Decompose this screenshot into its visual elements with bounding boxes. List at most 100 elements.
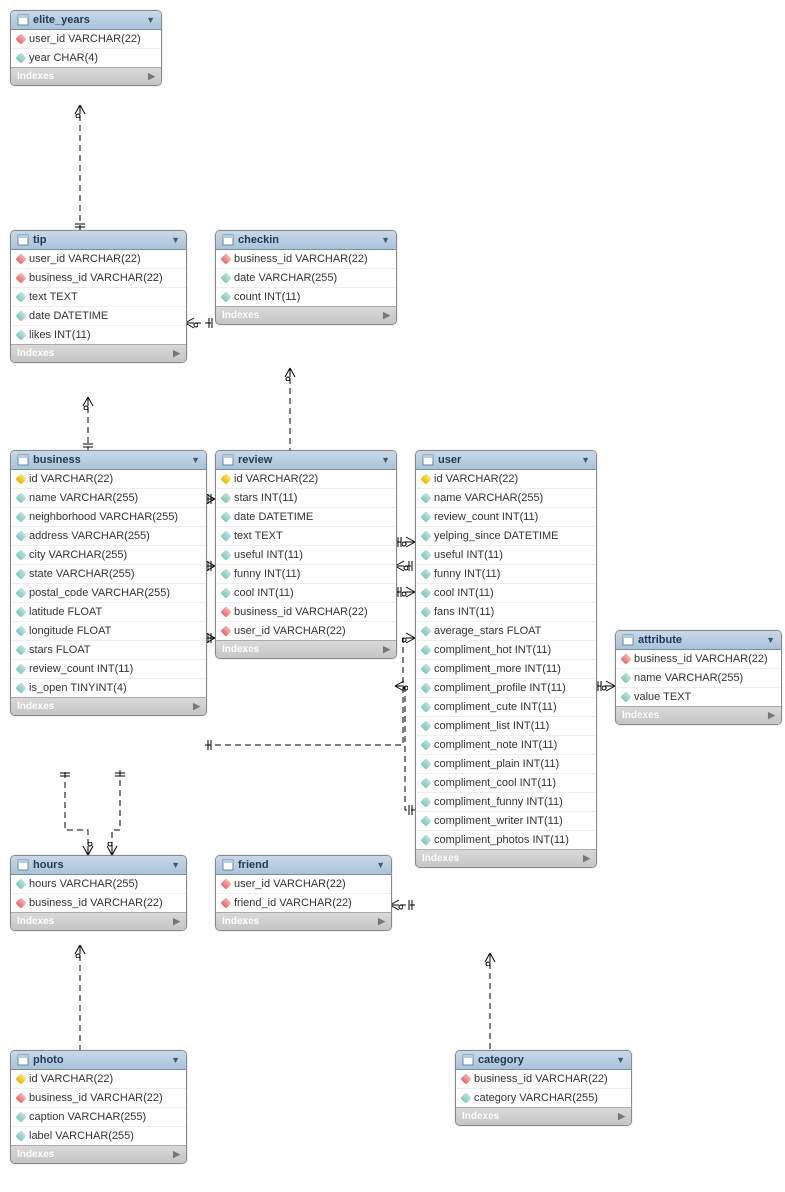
- table-friend[interactable]: friend▼user_id VARCHAR(22)friend_id VARC…: [215, 855, 392, 931]
- column-row[interactable]: latitude FLOAT: [11, 603, 206, 622]
- column-row[interactable]: useful INT(11): [416, 546, 596, 565]
- indexes-footer[interactable]: Indexes▶: [11, 697, 206, 715]
- column-row[interactable]: compliment_funny INT(11): [416, 793, 596, 812]
- column-row[interactable]: fans INT(11): [416, 603, 596, 622]
- column-row[interactable]: compliment_list INT(11): [416, 717, 596, 736]
- column-row[interactable]: text TEXT: [216, 527, 396, 546]
- indexes-footer[interactable]: Indexes▶: [216, 912, 391, 930]
- column-row[interactable]: likes INT(11): [11, 326, 186, 344]
- table-review[interactable]: review▼id VARCHAR(22)stars INT(11)date D…: [215, 450, 397, 659]
- column-row[interactable]: compliment_cute INT(11): [416, 698, 596, 717]
- column-row[interactable]: label VARCHAR(255): [11, 1127, 186, 1145]
- column-row[interactable]: city VARCHAR(255): [11, 546, 206, 565]
- table-attribute[interactable]: attribute▼business_id VARCHAR(22)name VA…: [615, 630, 782, 725]
- column-row[interactable]: user_id VARCHAR(22): [11, 250, 186, 269]
- column-row[interactable]: compliment_note INT(11): [416, 736, 596, 755]
- indexes-footer[interactable]: Indexes▶: [11, 912, 186, 930]
- column-row[interactable]: value TEXT: [616, 688, 781, 706]
- table-header[interactable]: tip▼: [11, 231, 186, 250]
- indexes-footer[interactable]: Indexes▶: [11, 67, 161, 85]
- column-row[interactable]: compliment_profile INT(11): [416, 679, 596, 698]
- column-row[interactable]: caption VARCHAR(255): [11, 1108, 186, 1127]
- table-header[interactable]: business▼: [11, 451, 206, 470]
- table-business[interactable]: business▼id VARCHAR(22)name VARCHAR(255)…: [10, 450, 207, 716]
- column-row[interactable]: funny INT(11): [216, 565, 396, 584]
- table-user[interactable]: user▼id VARCHAR(22)name VARCHAR(255)revi…: [415, 450, 597, 868]
- column-row[interactable]: user_id VARCHAR(22): [216, 875, 391, 894]
- table-tip[interactable]: tip▼user_id VARCHAR(22)business_id VARCH…: [10, 230, 187, 363]
- indexes-footer[interactable]: Indexes▶: [11, 344, 186, 362]
- column-row[interactable]: compliment_writer INT(11): [416, 812, 596, 831]
- column-row[interactable]: id VARCHAR(22): [216, 470, 396, 489]
- column-row[interactable]: cool INT(11): [216, 584, 396, 603]
- column-row[interactable]: neighborhood VARCHAR(255): [11, 508, 206, 527]
- column-row[interactable]: date VARCHAR(255): [216, 269, 396, 288]
- column-row[interactable]: name VARCHAR(255): [11, 489, 206, 508]
- indexes-footer[interactable]: Indexes▶: [216, 640, 396, 658]
- table-title: checkin: [238, 234, 377, 246]
- table-header[interactable]: hours▼: [11, 856, 186, 875]
- column-row[interactable]: business_id VARCHAR(22): [456, 1070, 631, 1089]
- column-row[interactable]: yelping_since DATETIME: [416, 527, 596, 546]
- column-row[interactable]: friend_id VARCHAR(22): [216, 894, 391, 912]
- column-row[interactable]: stars FLOAT: [11, 641, 206, 660]
- table-header[interactable]: photo▼: [11, 1051, 186, 1070]
- column-row[interactable]: id VARCHAR(22): [11, 1070, 186, 1089]
- table-category[interactable]: category▼business_id VARCHAR(22)category…: [455, 1050, 632, 1126]
- column-row[interactable]: average_stars FLOAT: [416, 622, 596, 641]
- column-row[interactable]: compliment_cool INT(11): [416, 774, 596, 793]
- column-row[interactable]: count INT(11): [216, 288, 396, 306]
- column-row[interactable]: compliment_more INT(11): [416, 660, 596, 679]
- table-checkin[interactable]: checkin▼business_id VARCHAR(22)date VARC…: [215, 230, 397, 325]
- table-header[interactable]: review▼: [216, 451, 396, 470]
- column-row[interactable]: user_id VARCHAR(22): [11, 30, 161, 49]
- column-row[interactable]: business_id VARCHAR(22): [11, 894, 186, 912]
- column-row[interactable]: review_count INT(11): [416, 508, 596, 527]
- column-row[interactable]: name VARCHAR(255): [616, 669, 781, 688]
- indexes-footer[interactable]: Indexes▶: [216, 306, 396, 324]
- column-row[interactable]: cool INT(11): [416, 584, 596, 603]
- column-row[interactable]: id VARCHAR(22): [416, 470, 596, 489]
- table-header[interactable]: friend▼: [216, 856, 391, 875]
- column-row[interactable]: user_id VARCHAR(22): [216, 622, 396, 640]
- column-row[interactable]: text TEXT: [11, 288, 186, 307]
- table-body: id VARCHAR(22)business_id VARCHAR(22)cap…: [11, 1070, 186, 1145]
- column-row[interactable]: year CHAR(4): [11, 49, 161, 67]
- table-header[interactable]: user▼: [416, 451, 596, 470]
- table-header[interactable]: category▼: [456, 1051, 631, 1070]
- column-row[interactable]: hours VARCHAR(255): [11, 875, 186, 894]
- column-row[interactable]: business_id VARCHAR(22): [216, 603, 396, 622]
- column-row[interactable]: business_id VARCHAR(22): [11, 269, 186, 288]
- column-row[interactable]: postal_code VARCHAR(255): [11, 584, 206, 603]
- column-row[interactable]: state VARCHAR(255): [11, 565, 206, 584]
- column-row[interactable]: business_id VARCHAR(22): [216, 250, 396, 269]
- column-row[interactable]: business_id VARCHAR(22): [616, 650, 781, 669]
- indexes-footer[interactable]: Indexes▶: [11, 1145, 186, 1163]
- column-row[interactable]: date DATETIME: [11, 307, 186, 326]
- indexes-footer[interactable]: Indexes▶: [416, 849, 596, 867]
- column-row[interactable]: id VARCHAR(22): [11, 470, 206, 489]
- column-row[interactable]: business_id VARCHAR(22): [11, 1089, 186, 1108]
- table-header[interactable]: attribute▼: [616, 631, 781, 650]
- column-row[interactable]: compliment_plain INT(11): [416, 755, 596, 774]
- column-row[interactable]: longitude FLOAT: [11, 622, 206, 641]
- column-row[interactable]: date DATETIME: [216, 508, 396, 527]
- field-icon: [420, 796, 431, 807]
- column-row[interactable]: compliment_hot INT(11): [416, 641, 596, 660]
- column-row[interactable]: funny INT(11): [416, 565, 596, 584]
- column-row[interactable]: useful INT(11): [216, 546, 396, 565]
- table-hours[interactable]: hours▼hours VARCHAR(255)business_id VARC…: [10, 855, 187, 931]
- column-row[interactable]: review_count INT(11): [11, 660, 206, 679]
- table-header[interactable]: elite_years▼: [11, 11, 161, 30]
- indexes-footer[interactable]: Indexes▶: [456, 1107, 631, 1125]
- column-row[interactable]: compliment_photos INT(11): [416, 831, 596, 849]
- column-row[interactable]: category VARCHAR(255): [456, 1089, 631, 1107]
- table-photo[interactable]: photo▼id VARCHAR(22)business_id VARCHAR(…: [10, 1050, 187, 1164]
- column-row[interactable]: name VARCHAR(255): [416, 489, 596, 508]
- table-header[interactable]: checkin▼: [216, 231, 396, 250]
- table-elite_years[interactable]: elite_years▼user_id VARCHAR(22)year CHAR…: [10, 10, 162, 86]
- indexes-footer[interactable]: Indexes▶: [616, 706, 781, 724]
- column-row[interactable]: address VARCHAR(255): [11, 527, 206, 546]
- column-row[interactable]: stars INT(11): [216, 489, 396, 508]
- column-row[interactable]: is_open TINYINT(4): [11, 679, 206, 697]
